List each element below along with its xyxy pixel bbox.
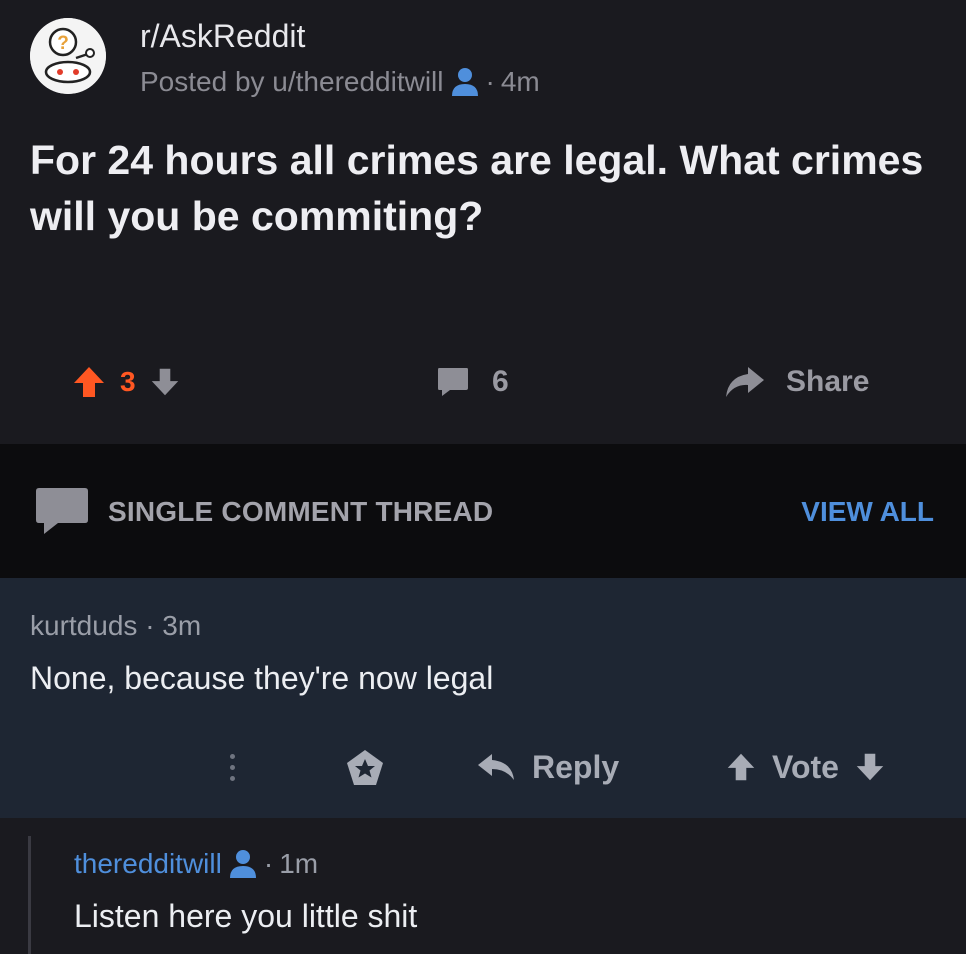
award-icon[interactable] (344, 748, 386, 788)
comment-meta-separator: · (145, 610, 163, 641)
reply-author[interactable]: theredditwill (74, 848, 222, 880)
comment-vote-group: Vote (726, 742, 885, 792)
more-options-icon[interactable] (222, 742, 242, 792)
post-byline: Posted by u/theredditwill · 4m (140, 66, 540, 98)
comment-upvote-icon[interactable] (726, 751, 756, 783)
comment-downvote-icon[interactable] (855, 751, 885, 783)
view-all-button[interactable]: VIEW ALL (801, 496, 934, 528)
subreddit-name[interactable]: r/AskReddit (140, 18, 305, 55)
byline-separator: · (485, 66, 495, 97)
downvote-arrow-icon[interactable] (150, 366, 180, 398)
comment-age: 3m (162, 610, 202, 641)
reply-age: 1m (279, 848, 319, 879)
comments-button[interactable]: 6 (436, 352, 509, 412)
reply-arrow-icon (476, 752, 516, 782)
reply-meta-separator: · (263, 848, 274, 879)
reply-label: Reply (532, 748, 620, 785)
comment-body: None, because they're now legal (30, 660, 494, 696)
posted-by-text[interactable]: Posted by u/theredditwill (140, 66, 444, 98)
upvote-arrow-icon[interactable] (72, 365, 106, 399)
post-title[interactable]: For 24 hours all crimes are legal. What … (30, 132, 930, 244)
post-vote-group: 3 (72, 352, 180, 412)
post-age: 4m (500, 66, 540, 97)
reply-button[interactable]: Reply (476, 742, 619, 792)
share-button[interactable]: Share (724, 352, 869, 412)
comment-meta: kurtduds · 3m (30, 610, 201, 642)
post-score: 3 (120, 366, 136, 397)
post-action-bar: 3 6 Share (0, 352, 966, 412)
user-profile-icon (450, 66, 480, 98)
share-label: Share (786, 365, 870, 398)
share-arrow-icon (724, 365, 766, 399)
svg-text:?: ? (57, 33, 69, 54)
thread-indent-line[interactable] (28, 836, 31, 954)
subreddit-avatar-icon[interactable]: ? (30, 18, 106, 94)
reply-meta: theredditwill · 1m (74, 848, 318, 880)
thread-label: SINGLE COMMENT THREAD (108, 496, 494, 527)
op-user-icon (228, 848, 258, 880)
vote-label: Vote (772, 748, 839, 785)
comment-thread-icon (34, 486, 90, 536)
comment-author[interactable]: kurtduds (30, 610, 137, 641)
comment-count: 6 (492, 365, 509, 398)
comment-bubble-icon (436, 366, 470, 398)
reply-body: Listen here you little shit (74, 898, 418, 934)
